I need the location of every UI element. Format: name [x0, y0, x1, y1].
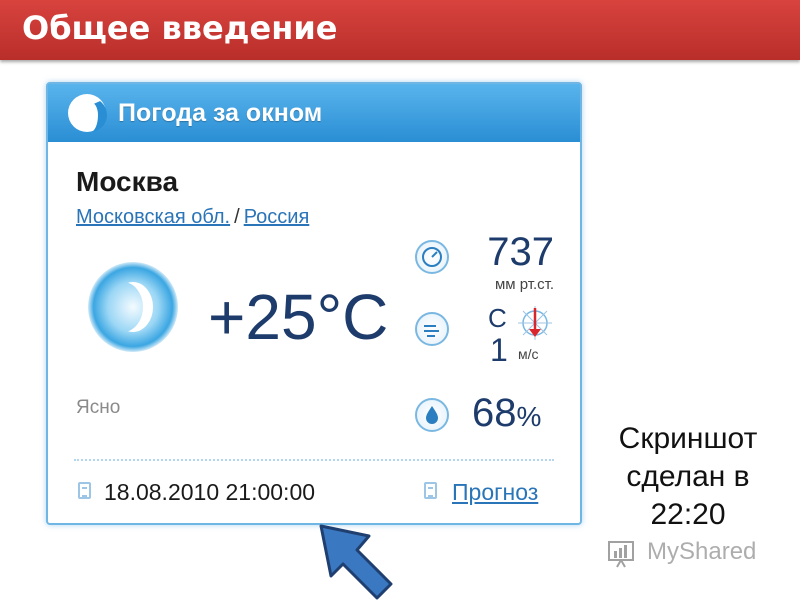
wind-speed: 1	[490, 332, 508, 368]
widget-header: Погода за окном	[48, 84, 580, 142]
pressure-value: 737	[487, 230, 554, 274]
pressure-unit: мм рт.ст.	[494, 276, 554, 293]
observation-datetime: 18.08.2010 21:00:00	[104, 479, 316, 505]
screenshot-caption: Скриншот сделан в 22:20	[598, 420, 778, 534]
weather-logo-icon	[68, 94, 107, 132]
slide-header: Общее введение	[0, 0, 800, 60]
wind-icon	[415, 312, 449, 346]
weather-condition: Ясно	[76, 397, 121, 418]
wind-speed-unit: м/с	[518, 346, 539, 362]
wind-direction: С	[488, 303, 507, 333]
humidity-number: 68	[472, 391, 517, 435]
watermark-logo-icon	[608, 541, 634, 568]
forecast-document-icon	[424, 482, 437, 499]
document-icon	[78, 482, 91, 499]
temperature-value: +25°C	[208, 281, 389, 353]
footer-divider	[74, 459, 554, 461]
humidity-drop-icon	[415, 398, 449, 432]
city-name: Москва	[76, 166, 179, 197]
wind-compass-icon	[518, 306, 552, 340]
humidity-value: 68%	[472, 391, 541, 436]
forecast-link[interactable]: Прогноз	[452, 479, 538, 506]
slide-title: Общее введение	[22, 9, 338, 47]
caption-line-1: Скриншот	[618, 422, 758, 455]
clear-night-moon-icon	[88, 262, 178, 352]
caption-line-2: сделан в	[626, 460, 750, 493]
region-separator: /	[234, 206, 240, 228]
caption-line-3: 22:20	[650, 498, 726, 531]
widget-title: Погода за окном	[118, 99, 323, 127]
region-breadcrumb: Московская обл. / Россия	[76, 206, 309, 229]
barometer-icon	[415, 240, 449, 274]
region-link[interactable]: Московская обл.	[76, 206, 230, 228]
watermark-text: MyShared	[647, 538, 757, 565]
country-link[interactable]: Россия	[244, 206, 310, 228]
pointer-arrow-icon	[319, 524, 393, 600]
weather-widget: Погода за окном Москва Московская обл. / Р…	[46, 82, 582, 525]
humidity-unit: %	[516, 401, 542, 432]
